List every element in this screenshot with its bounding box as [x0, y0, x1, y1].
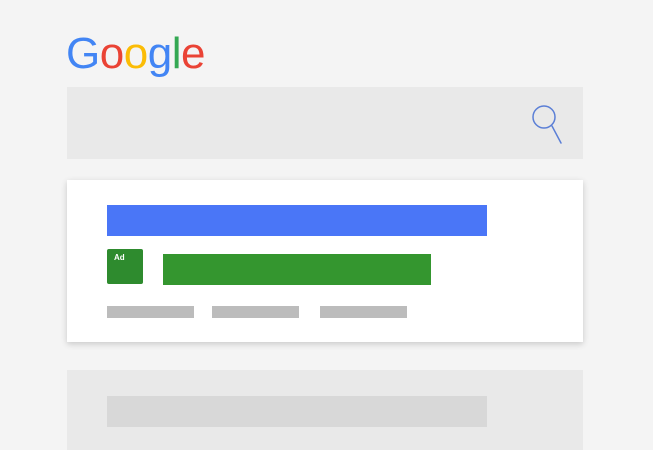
logo-letter: G [66, 29, 100, 78]
result-url-placeholder[interactable] [163, 254, 431, 285]
logo-letter: e [180, 29, 205, 78]
ad-badge: Ad [107, 249, 143, 284]
google-logo: G o o g l e [66, 28, 205, 80]
logo-letter: g [147, 29, 172, 78]
search-icon[interactable] [531, 104, 565, 146]
ad-badge-label: Ad [114, 253, 125, 262]
result-title-placeholder[interactable] [107, 396, 487, 427]
ad-result-card[interactable]: Ad [67, 180, 583, 342]
snippet-placeholder [320, 306, 407, 318]
snippet-placeholder [212, 306, 299, 318]
second-result-card[interactable] [67, 370, 583, 450]
snippet-placeholder [107, 306, 194, 318]
logo-letter: l [171, 29, 182, 78]
logo-letter: o [123, 29, 148, 78]
search-input[interactable] [67, 87, 583, 159]
logo-letter: o [99, 29, 124, 78]
result-title-placeholder[interactable] [107, 205, 487, 236]
